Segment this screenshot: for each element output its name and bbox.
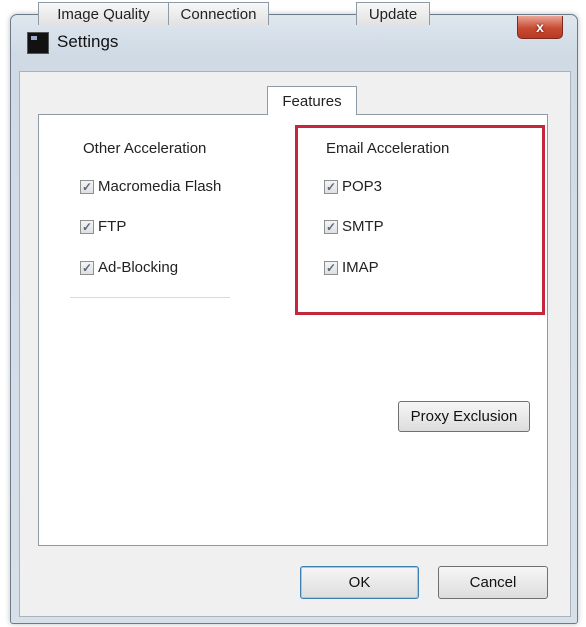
- smtp-checkbox[interactable]: ✓ SMTP: [324, 218, 384, 235]
- check-icon: ✓: [81, 219, 93, 234]
- checkbox-label: IMAP: [342, 259, 379, 276]
- checkbox-label: SMTP: [342, 218, 384, 235]
- email-acceleration-label: Email Acceleration: [326, 140, 450, 157]
- checkbox-box: ✓: [80, 219, 94, 234]
- pop3-checkbox[interactable]: ✓ POP3: [324, 178, 382, 195]
- proxy-exclusion-button[interactable]: Proxy Exclusion: [398, 401, 530, 432]
- close-icon: x: [536, 19, 544, 35]
- checkbox-label: Ad-Blocking: [98, 259, 179, 276]
- checkbox-box: ✓: [80, 260, 94, 275]
- checkbox-label: FTP: [98, 218, 127, 235]
- ok-button[interactable]: OK: [300, 566, 419, 599]
- checkbox-box: ✓: [324, 260, 338, 275]
- check-icon: ✓: [325, 219, 337, 234]
- checkbox-label: POP3: [342, 178, 383, 195]
- imap-checkbox[interactable]: ✓ IMAP: [324, 259, 379, 276]
- tab-features[interactable]: Features: [267, 86, 357, 115]
- cancel-button[interactable]: Cancel: [438, 566, 548, 599]
- tab-connection[interactable]: Connection: [168, 2, 269, 25]
- ftp-checkbox[interactable]: ✓ FTP: [80, 218, 126, 235]
- close-button[interactable]: x: [517, 16, 563, 39]
- other-acceleration-label: Other Acceleration: [83, 140, 207, 157]
- check-icon: ✓: [81, 179, 93, 194]
- check-icon: ✓: [325, 179, 337, 194]
- check-icon: ✓: [325, 260, 337, 275]
- ad-blocking-checkbox[interactable]: ✓ Ad-Blocking: [80, 259, 178, 276]
- group-divider: [70, 297, 230, 298]
- checkbox-box: ✓: [80, 179, 94, 194]
- checkbox-box: ✓: [324, 179, 338, 194]
- tab-image-quality[interactable]: Image Quality: [38, 2, 169, 25]
- macromedia-flash-checkbox[interactable]: ✓ Macromedia Flash: [80, 178, 221, 195]
- tab-update[interactable]: Update: [356, 2, 430, 25]
- check-icon: ✓: [81, 260, 93, 275]
- window-title: Settings: [57, 32, 119, 51]
- app-icon: [27, 32, 49, 54]
- checkbox-box: ✓: [324, 219, 338, 234]
- checkbox-label: Macromedia Flash: [98, 178, 222, 195]
